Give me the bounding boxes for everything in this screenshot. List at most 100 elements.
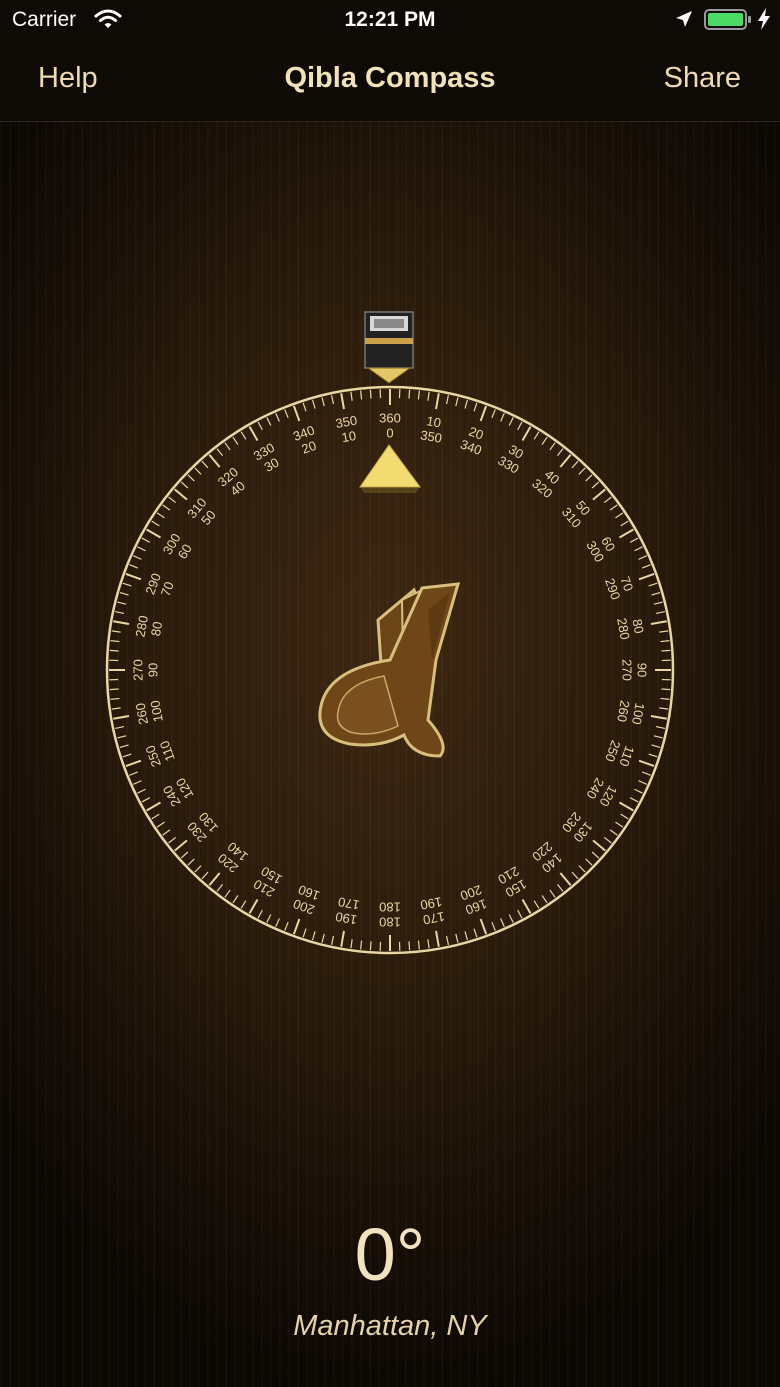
dial-tick xyxy=(122,753,132,758)
dial-tick xyxy=(549,442,556,451)
dial-inner-label: 80 xyxy=(148,620,165,637)
dial-tick xyxy=(119,744,129,749)
location-label: Manhattan, NY xyxy=(293,1310,487,1342)
dial-tick xyxy=(651,744,661,749)
dial-tick xyxy=(634,546,643,552)
dial-tick xyxy=(129,564,139,569)
dial-tick xyxy=(508,914,514,923)
dial-tick xyxy=(655,725,665,730)
dial-tick xyxy=(240,900,247,909)
dial-tick xyxy=(151,813,160,820)
dial-tick xyxy=(641,771,651,776)
dial-tick xyxy=(591,851,600,859)
dial-tick xyxy=(125,759,142,768)
dial-outer-label: 270 xyxy=(130,659,145,681)
dial-tick xyxy=(350,391,353,401)
dial-tick xyxy=(655,610,665,615)
dial-tick xyxy=(629,537,639,543)
navigation-bar: Help Qibla Compass Share xyxy=(0,40,780,122)
dial-tick xyxy=(648,582,658,587)
dial-tick xyxy=(417,390,420,400)
dial-tick xyxy=(311,399,316,409)
dial-inner-label: 10 xyxy=(340,428,357,445)
dial-tick xyxy=(464,399,469,409)
dial-tick xyxy=(585,474,593,482)
dial-tick xyxy=(660,640,670,643)
dial-tick xyxy=(473,928,478,938)
dial-tick xyxy=(369,941,372,951)
dial-tick xyxy=(464,931,469,941)
dial-tick xyxy=(455,933,459,943)
dial-tick xyxy=(111,630,121,633)
dial-tick xyxy=(609,829,618,836)
dial-tick xyxy=(641,564,651,569)
dial-tick xyxy=(109,649,119,652)
dial-tick xyxy=(650,715,667,720)
dial-tick xyxy=(618,528,634,539)
dial-tick xyxy=(129,771,139,776)
dial-outer-label: 360 xyxy=(379,410,401,425)
dial-tick xyxy=(321,933,325,943)
dial-tick xyxy=(302,928,307,938)
dial-tick xyxy=(110,640,120,643)
dial-tick xyxy=(257,421,263,431)
dial-tick xyxy=(629,797,639,803)
dial-tick xyxy=(648,753,658,758)
dial-inner-label: 280 xyxy=(614,617,633,641)
dial-tick xyxy=(208,872,221,886)
dial-tick xyxy=(111,707,121,710)
dial-tick xyxy=(187,858,195,866)
dial-tick xyxy=(445,935,450,945)
dial-tick xyxy=(119,591,129,596)
dial-tick xyxy=(615,821,624,828)
battery-icon xyxy=(704,8,752,38)
dial-tick xyxy=(651,591,661,596)
dial-tick xyxy=(350,939,353,949)
dial-tick xyxy=(578,865,586,873)
dial-tick xyxy=(360,940,363,950)
dial-tick xyxy=(187,474,195,482)
dial-tick xyxy=(500,918,505,927)
dial-tick xyxy=(156,821,165,828)
dial-tick xyxy=(435,930,440,947)
dial-tick xyxy=(168,496,177,504)
dial-tick xyxy=(117,601,127,605)
share-button[interactable]: Share xyxy=(664,62,741,95)
dial-tick xyxy=(180,851,189,859)
dial-tick xyxy=(248,898,259,914)
dial-tick xyxy=(638,555,647,560)
dial-tick xyxy=(137,546,146,552)
crescent-logo-icon xyxy=(318,582,461,758)
dial-tick xyxy=(115,725,125,730)
dial-tick xyxy=(369,389,372,399)
dial-tick xyxy=(330,935,335,945)
dial-tick xyxy=(585,858,593,866)
dial-tick xyxy=(275,918,280,927)
dial-inner-label: 180 xyxy=(379,900,401,915)
dial-tick xyxy=(302,402,307,412)
triangle-pointer-icon xyxy=(359,444,421,493)
dial-tick xyxy=(408,389,411,399)
dial-outer-label: 180 xyxy=(379,915,401,930)
charging-bolt-icon xyxy=(756,7,772,37)
status-bar: Carrier 12:21 PM xyxy=(0,0,780,40)
dial-tick xyxy=(591,481,600,489)
dial-tick xyxy=(216,883,224,892)
dial-tick xyxy=(592,488,606,501)
dial-tick xyxy=(427,939,430,949)
dial-tick xyxy=(141,797,151,803)
dial-tick xyxy=(194,467,202,475)
dial-tick xyxy=(661,649,671,652)
dial-inner-label: 270 xyxy=(620,659,635,681)
dial-tick xyxy=(571,871,579,880)
dial-tick xyxy=(491,921,496,931)
dial-tick xyxy=(660,697,670,700)
dial-inner-label: 100 xyxy=(147,699,166,723)
status-time: 12:21 PM xyxy=(344,8,436,31)
dial-tick xyxy=(151,520,160,527)
qibla-compass-screen: Carrier 12:21 PM Help Qibla Compass Shar… xyxy=(0,0,780,1387)
dial-tick xyxy=(146,528,162,539)
dial-tick xyxy=(232,436,239,445)
dial-tick xyxy=(517,421,523,431)
dial-tick xyxy=(556,883,564,892)
